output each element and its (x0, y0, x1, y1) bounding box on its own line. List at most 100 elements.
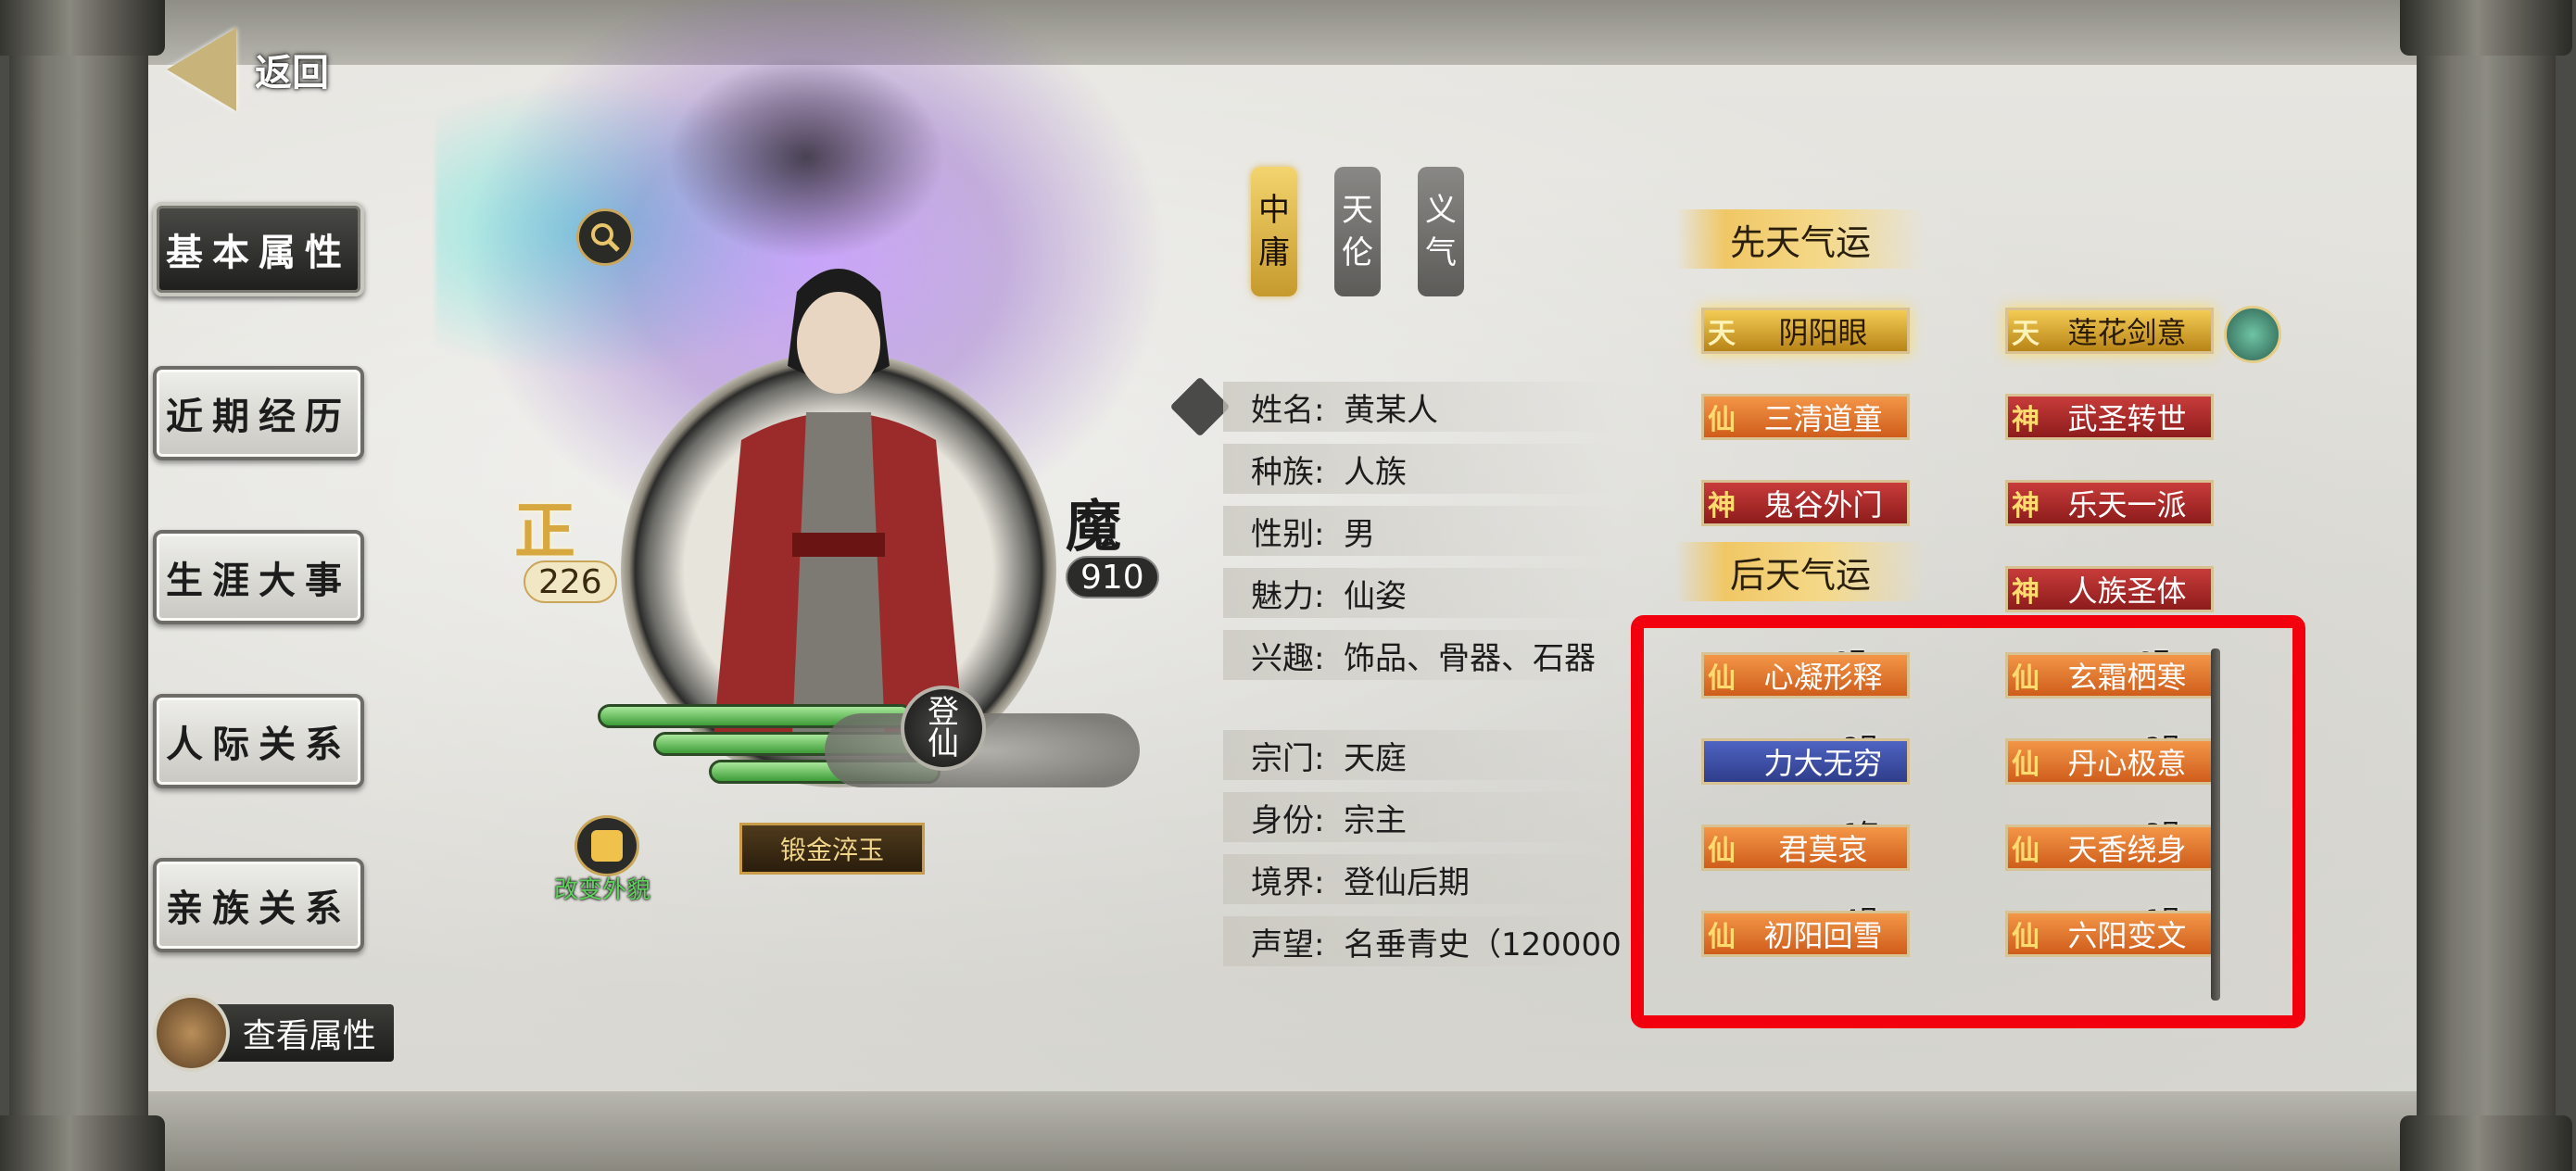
info-row-realm: 境界: 登仙后期 (1223, 854, 1622, 904)
luck-grade-icon: 仙 (1708, 662, 1736, 695)
trait-tab-kinship[interactable]: 天伦 (1334, 167, 1381, 296)
info-value: 黄某人 (1344, 391, 1438, 429)
luck-grade-icon: 神 (2012, 404, 2039, 436)
info-value: 饰品、骨器、石器 (1344, 639, 1596, 677)
luck-item[interactable]: 神乐天一派 (2005, 480, 2214, 526)
luck-name: 人族圣体 (2067, 573, 2187, 609)
luck-item[interactable]: 神鬼谷外门 (1701, 480, 1910, 526)
forge-button[interactable]: 锻金淬玉 (739, 823, 925, 875)
scroll-bottom-edge (148, 1091, 2418, 1171)
info-key: 身份: (1251, 801, 1325, 839)
info-value: 宗主 (1344, 801, 1407, 839)
ascend-button[interactable]: 登仙 (901, 686, 986, 771)
luck-grade-icon: 神 (2012, 576, 2039, 609)
info-key: 姓名: (1251, 391, 1325, 429)
luck-list-scrollbar[interactable] (2211, 648, 2220, 1001)
info-key: 声望: (1251, 925, 1325, 963)
info-row-gender: 性别: 男 (1223, 506, 1622, 556)
luck-name: 君莫哀 (1778, 832, 1868, 867)
luck-name: 三清道童 (1763, 401, 1883, 436)
tab-career-events[interactable]: 生涯大事 (153, 530, 364, 624)
luck-name: 力大无穷 (1763, 746, 1883, 781)
luck-name: 初阳回雪 (1763, 918, 1883, 953)
luck-grade-icon: 仙 (2012, 921, 2039, 953)
back-button[interactable]: 返回 (167, 19, 329, 120)
back-label: 返回 (255, 51, 329, 94)
dice-icon[interactable] (575, 815, 639, 876)
innate-luck-title: 先天气运 (1675, 209, 1926, 269)
tab-family-relations[interactable]: 亲族关系 (153, 858, 364, 952)
info-key: 魅力: (1251, 577, 1325, 615)
luck-grade-icon: 神 (1708, 490, 1736, 523)
luck-item[interactable]: 神人族圣体 (2005, 566, 2214, 612)
info-row-sect: 宗门: 天庭 (1223, 730, 1622, 780)
luck-name: 鬼谷外门 (1763, 487, 1883, 523)
luck-item[interactable]: 仙玄霜栖寒 (2005, 652, 2214, 699)
luck-item[interactable]: 天莲花剑意 (2005, 308, 2214, 354)
tab-relationships[interactable]: 人际关系 (153, 694, 364, 788)
info-value: 仙姿 (1344, 577, 1407, 615)
luck-grade-icon (1704, 741, 1739, 782)
info-row-hobby: 兴趣: 饰品、骨器、石器 (1223, 630, 1622, 680)
alignment-evil-label: 魔 (1066, 495, 1121, 560)
alignment-good-value: 226 (524, 560, 617, 603)
luck-item[interactable]: 仙六阳变文 (2005, 911, 2214, 957)
luck-grade-icon: 神 (2012, 490, 2039, 523)
view-attributes-button[interactable]: 查看属性 (153, 994, 394, 1072)
tab-recent-experiences[interactable]: 近期经历 (153, 366, 364, 460)
info-value: 天庭 (1344, 739, 1407, 777)
luck-item[interactable]: 仙初阳回雪 (1701, 911, 1910, 957)
luck-item[interactable]: 天 阴阳眼 (1701, 308, 1910, 354)
luck-name: 武圣转世 (2067, 401, 2187, 436)
luck-item[interactable]: 仙天香绕身 (2005, 825, 2214, 871)
info-row-charm: 魅力: 仙姿 (1223, 568, 1622, 618)
luck-name: 天香绕身 (2067, 832, 2187, 867)
info-row-fame: 声望: 名垂青史（120000 (1223, 916, 1622, 966)
zoom-magnifier-icon[interactable] (576, 208, 634, 266)
luck-item[interactable]: 仙三清道童 (1701, 394, 1910, 440)
luck-item[interactable]: 神武圣转世 (2005, 394, 2214, 440)
trait-tab-moderation[interactable]: 中庸 (1251, 167, 1297, 296)
luck-name: 心凝形释 (1763, 660, 1883, 695)
scroll-roller-right (2400, 0, 2572, 1171)
trait-tab-loyalty[interactable]: 义气 (1418, 167, 1464, 296)
luck-grade-icon: 仙 (1708, 835, 1736, 867)
info-value: 登仙后期 (1344, 863, 1470, 901)
luck-item[interactable]: 仙 君莫哀 (1701, 825, 1910, 871)
info-key: 宗门: (1251, 739, 1325, 777)
character-portrait (713, 269, 964, 737)
luck-item[interactable]: 仙心凝形释 (1701, 652, 1910, 699)
luck-grade-icon: 天 (2012, 318, 2039, 350)
luck-grade-icon: 天 (1708, 318, 1736, 350)
luck-name: 阴阳眼 (1778, 315, 1868, 350)
tab-basic-attributes[interactable]: 基本属性 (153, 202, 364, 296)
alignment-good-label: 正 (514, 495, 575, 567)
luck-grade-icon: 仙 (2012, 749, 2039, 781)
info-row-identity: 身份: 宗主 (1223, 792, 1622, 842)
luck-item[interactable]: 力大无穷 (1701, 738, 1910, 785)
ink-brush-decoration (667, 56, 945, 259)
alignment-evil-value: 910 (1066, 556, 1159, 598)
scroll-roller-left (0, 0, 165, 1171)
luck-grade-icon: 仙 (2012, 662, 2039, 695)
lotus-icon[interactable] (2224, 306, 2281, 363)
view-attributes-label: 查看属性 (210, 1004, 394, 1062)
luck-name: 六阳变文 (2067, 918, 2187, 953)
luck-name: 玄霜栖寒 (2067, 660, 2187, 695)
luck-item[interactable]: 仙丹心极意 (2005, 738, 2214, 785)
luck-name: 莲花剑意 (2067, 315, 2187, 350)
info-value: 人族 (1344, 453, 1407, 491)
luck-grade-icon: 仙 (1708, 404, 1736, 436)
luck-grade-icon: 仙 (1708, 921, 1736, 953)
info-key: 兴趣: (1251, 639, 1325, 677)
info-value: 名垂青史（120000 (1344, 925, 1622, 963)
change-appearance-link[interactable]: 改变外貌 (554, 871, 650, 905)
info-row-name: 姓名: 黄某人 (1223, 382, 1622, 432)
info-key: 性别: (1251, 515, 1325, 553)
back-arrow-icon (167, 28, 236, 111)
luck-grade-icon: 仙 (2012, 835, 2039, 867)
luck-name: 乐天一派 (2067, 487, 2187, 523)
info-value: 男 (1344, 515, 1375, 553)
meditating-figure-icon (153, 994, 230, 1072)
info-row-race: 种族: 人族 (1223, 444, 1622, 494)
